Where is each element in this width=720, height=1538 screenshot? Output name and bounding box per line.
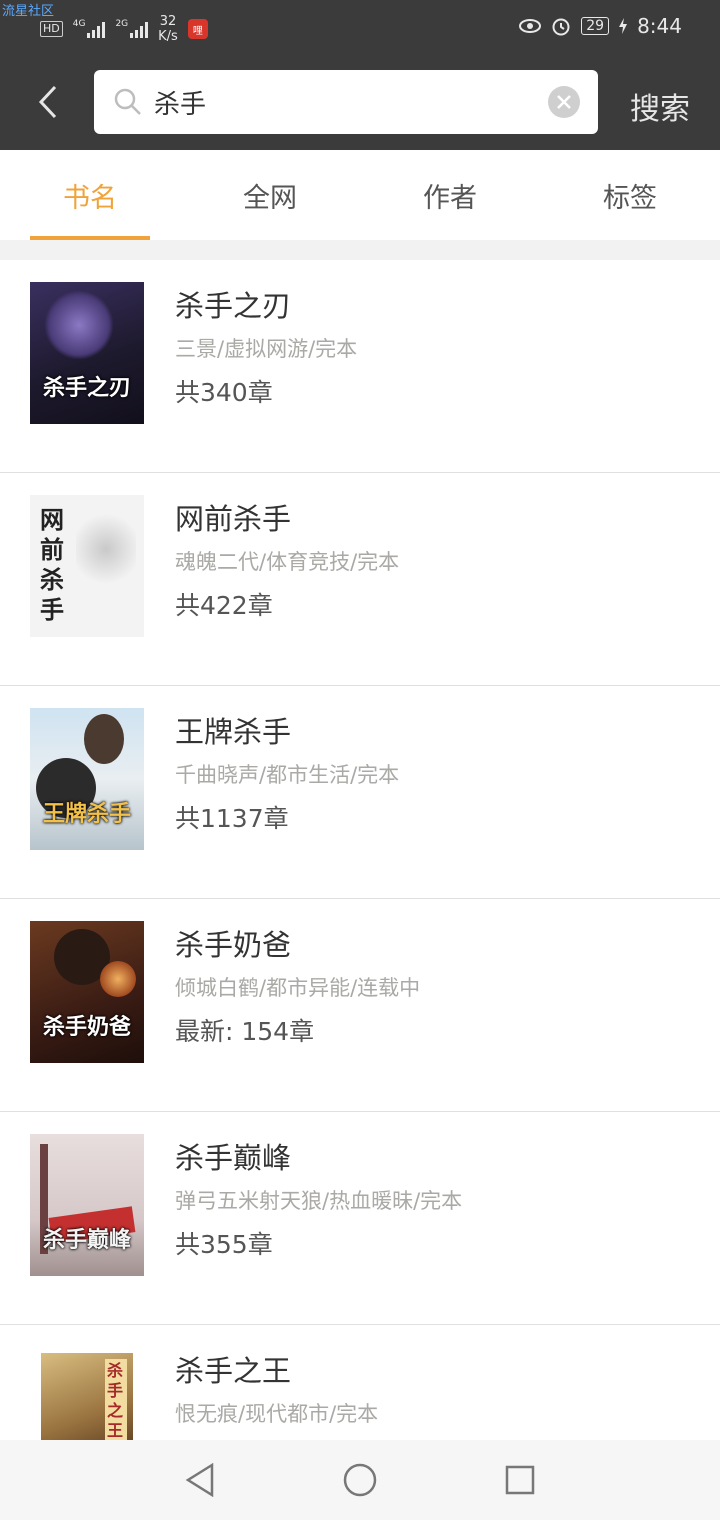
clear-button[interactable] <box>548 86 580 118</box>
book-title: 杀手之刃 <box>175 289 292 323</box>
tab-bar: 书名 全网 作者 标签 <box>0 150 720 240</box>
book-list-item[interactable]: 杀手奶爸 杀手奶爸 倾城白鹤/都市异能/连载中 最新: 154章 <box>0 899 720 1112</box>
book-info: 弹弓五米射天狼/热血暖昧/完本 <box>175 1189 463 1213</box>
book-info: 倾城白鹤/都市异能/连载中 <box>175 976 421 1000</box>
book-list-item[interactable]: 杀手巅峰 杀手巅峰 弹弓五米射天狼/热血暖昧/完本 共355章 <box>0 1112 720 1325</box>
tab-tags[interactable]: 标签 <box>540 150 720 240</box>
book-title: 杀手巅峰 <box>175 1141 292 1175</box>
hd-icon: HD <box>40 21 63 37</box>
tab-all-web[interactable]: 全网 <box>180 150 360 240</box>
book-cover: 杀手之王 <box>41 1353 133 1453</box>
search-toolbar: 搜索 <box>0 56 720 150</box>
book-meta: 网前杀手 魂魄二代/体育竞技/完本 共422章 <box>175 499 399 623</box>
book-list-item[interactable]: 网前杀手 网前杀手 魂魄二代/体育竞技/完本 共422章 <box>0 473 720 686</box>
book-meta: 杀手巅峰 弹弓五米射天狼/热血暖昧/完本 共355章 <box>175 1138 462 1262</box>
cover-text: 网前杀手 <box>40 506 64 624</box>
eye-icon <box>519 19 542 33</box>
book-meta: 王牌杀手 千曲晓声/都市生活/完本 共1137章 <box>175 712 399 836</box>
clock: 8:44 <box>637 14 682 38</box>
book-meta: 杀手之刃 三景/虚拟网游/完本 共340章 <box>175 286 357 410</box>
book-cover: 杀手巅峰 <box>30 1134 144 1276</box>
book-chapters: 共355章 <box>175 1230 273 1259</box>
search-icon <box>114 88 142 116</box>
book-info: 魂魄二代/体育竞技/完本 <box>175 550 400 574</box>
cover-text: 杀手之王 <box>107 1361 124 1440</box>
triangle-back-icon <box>185 1463 214 1497</box>
alarm-icon <box>552 18 570 36</box>
book-meta: 杀手奶爸 倾城白鹤/都市异能/连载中 最新: 154章 <box>175 925 420 1049</box>
charging-icon <box>619 18 628 34</box>
search-input[interactable] <box>154 87 524 117</box>
search-button[interactable]: 搜索 <box>630 84 690 128</box>
book-chapters: 共1137章 <box>175 804 289 833</box>
book-info: 三景/虚拟网游/完本 <box>175 337 358 361</box>
book-info: 恨无痕/现代都市/完本 <box>175 1402 379 1426</box>
network-speed: 32 K/s <box>158 14 178 44</box>
book-chapters: 共340章 <box>175 378 273 407</box>
system-nav-bar <box>0 1440 720 1520</box>
divider <box>0 240 720 260</box>
status-bar: 流星社区 HD 4G 2G 32 K/s 哩 29 8:44 <box>0 0 720 56</box>
tab-book-name[interactable]: 书名 <box>0 150 180 240</box>
close-icon <box>557 95 571 109</box>
book-meta: 杀手之王 恨无痕/现代都市/完本 <box>175 1351 378 1429</box>
signal-icon: 4G <box>73 20 106 38</box>
circle-home-icon <box>343 1463 377 1497</box>
search-box <box>94 70 598 134</box>
book-cover: 网前杀手 <box>30 495 144 637</box>
book-list-item[interactable]: 杀手之刃 杀手之刃 三景/虚拟网游/完本 共340章 <box>0 260 720 473</box>
status-left: HD 4G 2G 32 K/s 哩 <box>40 14 208 44</box>
square-recents-icon <box>505 1465 535 1495</box>
book-title: 网前杀手 <box>175 502 292 536</box>
status-right: 29 8:44 <box>519 14 682 38</box>
app-notification-icon: 哩 <box>187 19 208 39</box>
book-chapters: 共422章 <box>175 591 273 620</box>
book-list-item[interactable]: 王牌杀手 王牌杀手 千曲晓声/都市生活/完本 共1137章 <box>0 686 720 899</box>
book-cover: 杀手奶爸 <box>30 921 144 1063</box>
book-title: 杀手之王 <box>175 1354 292 1388</box>
book-cover: 杀手之刃 <box>30 282 144 424</box>
back-button[interactable] <box>30 80 66 124</box>
nav-recents-button[interactable] <box>502 1462 538 1498</box>
nav-back-button[interactable] <box>182 1462 218 1498</box>
book-title: 杀手奶爸 <box>175 928 292 962</box>
tab-author[interactable]: 作者 <box>360 150 540 240</box>
nav-home-button[interactable] <box>342 1462 378 1498</box>
book-cover: 王牌杀手 <box>30 708 144 850</box>
book-list: 杀手之刃 杀手之刃 三景/虚拟网游/完本 共340章 网前杀手 网前杀手 魂魄二… <box>0 260 720 1538</box>
book-title: 王牌杀手 <box>175 715 292 749</box>
signal-icon: 2G <box>115 20 149 38</box>
book-chapters: 最新: 154章 <box>175 1017 315 1046</box>
chevron-left-icon <box>38 85 57 119</box>
battery-icon: 29 <box>581 17 610 35</box>
book-info: 千曲晓声/都市生活/完本 <box>175 763 400 787</box>
